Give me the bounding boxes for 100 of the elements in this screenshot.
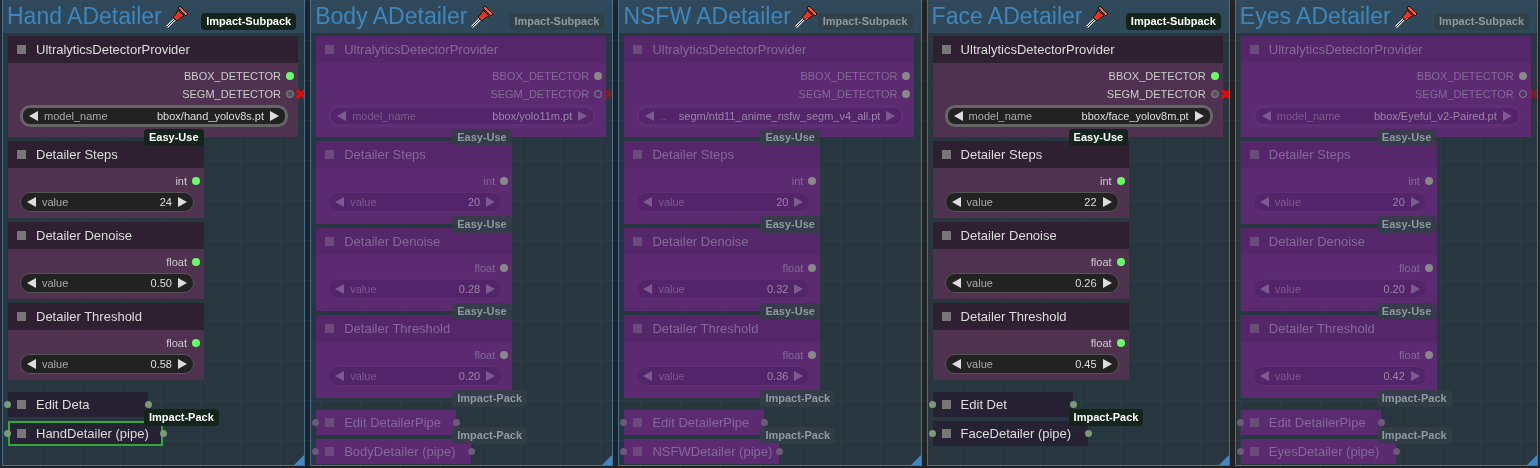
output-slot[interactable] (192, 177, 200, 185)
input-slot[interactable] (4, 401, 11, 408)
resize-handle[interactable] (602, 455, 613, 465)
collapse-toggle[interactable] (17, 429, 26, 438)
output-slot[interactable] (1116, 177, 1125, 185)
input-slot[interactable] (620, 419, 628, 426)
left-arrow-icon[interactable] (953, 111, 963, 121)
collapse-toggle[interactable] (325, 418, 335, 427)
output-slot[interactable] (286, 72, 294, 80)
collapse-toggle[interactable] (941, 400, 951, 409)
input-slot[interactable] (928, 430, 936, 437)
field-value: 0.36 (767, 368, 789, 384)
number-field[interactable]: value 0.58 (20, 354, 194, 374)
collapse-toggle[interactable] (17, 231, 26, 240)
right-arrow-icon[interactable] (1102, 197, 1112, 207)
number-field[interactable]: value 0.26 (944, 273, 1119, 293)
node-title: UltralyticsDetectorProvider (1268, 40, 1423, 59)
left-arrow-icon[interactable] (951, 359, 961, 369)
right-arrow-icon[interactable] (1194, 111, 1204, 121)
left-arrow-icon[interactable] (27, 197, 36, 207)
collapse-toggle[interactable] (633, 447, 643, 456)
resize-handle[interactable] (294, 455, 305, 465)
collapse-toggle[interactable] (941, 45, 951, 54)
collapse-toggle[interactable] (1249, 418, 1259, 427)
source-tag: Impact-Pack (1068, 409, 1144, 426)
output-slot[interactable] (1116, 258, 1125, 266)
number-field[interactable]: value 0.50 (20, 273, 194, 293)
collapse-toggle[interactable] (633, 324, 643, 333)
collapse-toggle[interactable] (17, 312, 26, 321)
output-slot[interactable] (192, 258, 200, 266)
collapse-toggle[interactable] (941, 231, 951, 240)
collapse-toggle[interactable] (17, 400, 26, 409)
collapse-toggle[interactable] (1249, 237, 1259, 246)
field-value: 20 (776, 194, 789, 210)
collapse-toggle[interactable] (17, 150, 26, 159)
resize-handle[interactable] (1218, 455, 1229, 465)
left-arrow-icon[interactable] (951, 278, 961, 288)
collapse-toggle[interactable] (633, 418, 643, 427)
collapse-toggle[interactable] (325, 447, 335, 456)
output-slot[interactable] (145, 401, 152, 408)
left-arrow-icon[interactable] (27, 359, 36, 369)
collapse-toggle[interactable] (1249, 45, 1259, 54)
output-slot[interactable] (192, 339, 200, 347)
input-slot[interactable] (620, 448, 628, 455)
right-arrow-icon[interactable] (270, 111, 279, 121)
collapse-toggle[interactable] (633, 150, 643, 159)
input-slot[interactable] (4, 430, 11, 437)
source-tag: Impact-Pack (452, 390, 527, 407)
collapse-toggle[interactable] (1249, 324, 1259, 333)
input-slot[interactable] (1236, 419, 1244, 426)
left-arrow-icon[interactable] (29, 111, 38, 121)
collapse-toggle[interactable] (941, 312, 951, 321)
right-arrow-icon[interactable] (178, 197, 187, 207)
input-slot[interactable] (312, 448, 320, 455)
right-arrow-icon[interactable] (1102, 278, 1112, 288)
collapse-toggle[interactable] (325, 150, 335, 159)
input-slot[interactable] (1236, 448, 1244, 455)
field-label: value (966, 194, 993, 210)
collapse-toggle[interactable] (1249, 447, 1259, 456)
right-arrow-icon[interactable] (1102, 359, 1112, 369)
output-slot[interactable] (1069, 401, 1077, 408)
pin-icon (1084, 3, 1111, 30)
output-label: BBOX_DETECTOR (492, 68, 590, 84)
node-card[interactable]: Detailer Denoise float value 0.50 (8, 222, 204, 299)
output-label: SEGM_DETECTOR (1415, 86, 1514, 102)
node-title: Detailer Threshold (344, 319, 451, 338)
output-slot[interactable] (160, 430, 167, 437)
collapse-toggle[interactable] (633, 237, 643, 246)
number-field[interactable]: value 24 (20, 192, 194, 212)
left-arrow-icon[interactable] (27, 278, 36, 288)
output-slot[interactable] (1210, 72, 1219, 80)
combo-field[interactable]: model_name bbox/face_yolov8m.pt (944, 105, 1213, 127)
collapse-toggle[interactable] (1249, 150, 1259, 159)
collapse-toggle[interactable] (941, 429, 951, 438)
right-arrow-icon[interactable] (178, 278, 187, 288)
output-slot[interactable] (1084, 430, 1092, 437)
node-card[interactable]: Detailer Threshold float value 0.58 (8, 303, 204, 380)
node-card[interactable]: Detailer Threshold float value 0.45 (932, 303, 1129, 380)
collapse-toggle[interactable] (325, 45, 335, 54)
left-arrow-icon[interactable] (951, 197, 961, 207)
resize-handle[interactable] (1527, 455, 1537, 465)
collapse-toggle[interactable] (17, 45, 26, 54)
node-card[interactable]: Detailer Denoise float value 0.26 (932, 222, 1129, 299)
combo-field[interactable]: model_name bbox/hand_yolov8s.pt (20, 105, 288, 127)
output-slot[interactable] (1116, 339, 1125, 347)
collapse-toggle[interactable] (325, 237, 335, 246)
right-arrow-icon[interactable] (178, 359, 187, 369)
source-tag: Impact-Subpack (509, 13, 605, 30)
collapse-toggle[interactable] (941, 150, 951, 159)
field-value: 0.26 (1075, 275, 1097, 291)
node-title: Detailer Threshold (36, 307, 142, 326)
collapse-toggle[interactable] (325, 324, 335, 333)
output-label: BBOX_DETECTOR (1416, 68, 1514, 84)
input-slot[interactable] (312, 419, 320, 426)
number-field[interactable]: value 0.45 (944, 354, 1119, 374)
node-title: Detailer Steps (960, 145, 1043, 164)
input-slot[interactable] (928, 401, 936, 408)
number-field[interactable]: value 22 (944, 192, 1119, 212)
collapse-toggle[interactable] (633, 45, 643, 54)
resize-handle[interactable] (910, 455, 921, 465)
